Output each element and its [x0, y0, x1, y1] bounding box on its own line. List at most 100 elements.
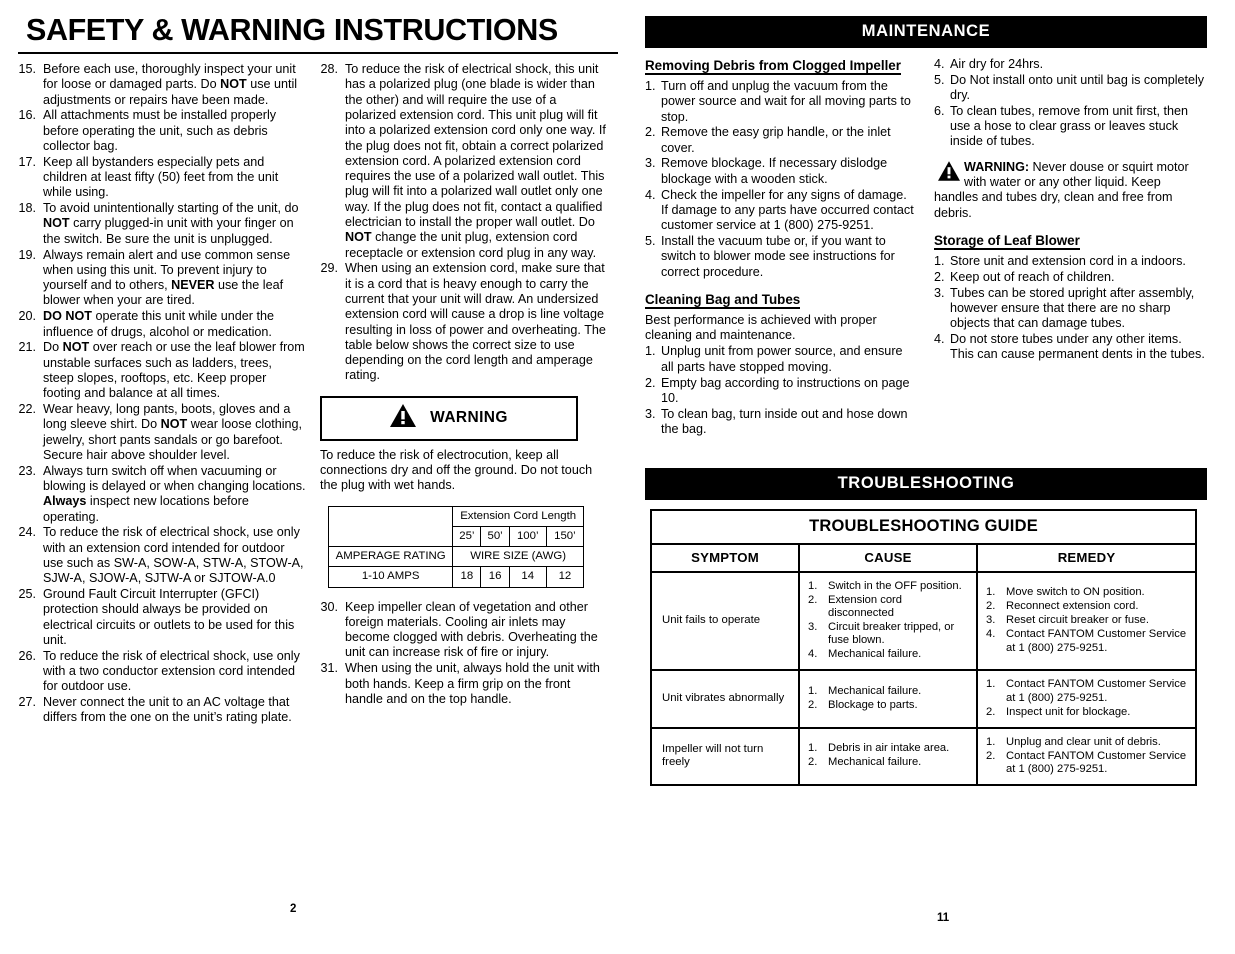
safety-list-column-2-top: 28. To reduce the risk of electrical shoc…: [320, 62, 608, 384]
list-item-number: 3.: [645, 406, 656, 421]
cause-cell-list: 1. Debris in air intake area. 2. Mechanical…: [808, 742, 970, 769]
list-item-text: To reduce the risk of electrical shock, …: [43, 525, 304, 586]
list-item: 1. Debris in air intake area.: [808, 742, 970, 755]
list-item-text: Keep out of reach of children.: [950, 269, 1115, 284]
removing-debris-list: 1. Turn off and unplug the vacuum from th…: [645, 79, 917, 280]
list-item-text: To clean tubes, remove from unit first, …: [950, 103, 1188, 149]
list-item-number: 5.: [934, 72, 945, 87]
list-item-number: 1.: [986, 678, 996, 691]
list-item: 2. Blockage to parts.: [808, 699, 970, 712]
cord-length-100: 100’: [508, 525, 547, 548]
left-page-content: SAFETY & WARNING INSTRUCTIONS 15. Before …: [18, 14, 618, 940]
column-header-symptom: SYMPTOM: [650, 542, 800, 573]
safety-column-1: 15. Before each use, thoroughly inspect y…: [18, 62, 306, 726]
list-item-number: 2.: [808, 756, 818, 769]
list-item: 27. Never connect the unit to an AC volta…: [18, 695, 306, 726]
list-item: 2. Extension cord disconnected: [808, 594, 970, 621]
list-item-text: When using an extension cord, make sure …: [345, 261, 606, 383]
maintenance-column-1: Removing Debris from Clogged Impeller 1.…: [645, 57, 917, 438]
list-item-text: Always turn switch off when vacuuming or…: [43, 463, 306, 524]
cause-cell-list: 1. Mechanical failure. 2. Blockage to parts…: [808, 685, 970, 712]
list-item-number: 2.: [808, 593, 818, 606]
list-item: 5. Do Not install onto unit until bag is …: [934, 73, 1206, 104]
extension-cord-table: Extension Cord Length 25’ 50’ 100’ 150’ …: [327, 505, 585, 588]
list-item: 1. Unplug unit from power source, and ens…: [645, 344, 917, 375]
list-item-number: 4.: [808, 648, 818, 661]
list-item-number: 6.: [934, 103, 945, 118]
list-item-text: Never connect the unit to an AC voltage …: [43, 695, 292, 725]
maintenance-column-2: 4. Air dry for 24hrs. 5. Do Not install ont…: [934, 57, 1206, 438]
list-item-text: To avoid unintentionally starting of the…: [43, 201, 299, 246]
troubleshooting-section-header: TROUBLESHOOTING: [645, 467, 1207, 500]
cord-table-empty-cell: [327, 505, 454, 548]
warning-box: WARNING: [320, 395, 578, 441]
list-item-number: 3.: [808, 621, 818, 634]
safety-list-column-1: 15. Before each use, thoroughly inspect y…: [18, 62, 306, 726]
list-item: 22. Wear heavy, long pants, boots, gloves…: [18, 402, 306, 463]
list-item: 2. Inspect unit for blockage.: [986, 706, 1189, 719]
list-item-number: 15.: [18, 62, 36, 77]
list-item-number: 2.: [986, 705, 996, 718]
list-item-text: Unplug unit from power source, and ensur…: [661, 344, 903, 374]
list-item-text: Debris in air intake area.: [828, 742, 950, 755]
list-item-number: 2.: [808, 699, 818, 712]
maintenance-section-header: MAINTENANCE: [645, 16, 1207, 48]
list-item-number: 16.: [18, 108, 36, 123]
inline-warning-block: WARNING: Never douse or squirt motor wit…: [934, 160, 1206, 221]
emphasis-text: NOT: [160, 417, 188, 432]
emphasis-text: NOT: [345, 230, 372, 245]
list-item: 2. Reconnect extension cord.: [986, 600, 1189, 613]
remedy-cell: 1. Contact FANTOM Customer Service at 1 (…: [975, 669, 1198, 729]
list-item-text: Wear heavy, long pants, boots, gloves an…: [43, 402, 303, 462]
cause-cell: 1. Switch in the OFF position. 2. Extension…: [798, 570, 978, 672]
list-item-number: 1.: [934, 253, 945, 268]
list-item-number: 3.: [645, 156, 656, 171]
list-item: 5. Install the vacuum tube or, if you wan…: [645, 234, 917, 280]
list-item-text: Keep all bystanders especially pets and …: [43, 154, 279, 200]
cleaning-bag-list: 1. Unplug unit from power source, and ens…: [645, 344, 917, 437]
maintenance-columns: Removing Debris from Clogged Impeller 1.…: [645, 57, 1207, 438]
right-page-content: MAINTENANCE Removing Debris from Clogged…: [645, 16, 1207, 942]
list-item: 2. Remove the easy grip handle, or the in…: [645, 125, 917, 156]
list-item: 2. Keep out of reach of children.: [934, 270, 1206, 285]
list-item-number: 1.: [986, 586, 996, 599]
list-item-number: 2.: [645, 125, 656, 140]
list-item-number: 22.: [18, 402, 36, 417]
list-item-text: Inspect unit for blockage.: [1006, 705, 1131, 718]
remedy-cell: 1. Unplug and clear unit of debris. 2. Cont…: [975, 726, 1198, 786]
list-item-number: 1.: [645, 344, 656, 359]
heading-cleaning-bag-wrap: Cleaning Bag and Tubes: [645, 291, 917, 309]
cord-length-150: 150’: [545, 525, 585, 548]
list-item: 4. Contact FANTOM Customer Service at 1 (…: [986, 628, 1189, 655]
list-item-text: Contact FANTOM Customer Service at 1 (80…: [1006, 749, 1187, 776]
list-item: 3. Circuit breaker tripped, or fuse blown…: [808, 621, 970, 648]
inline-warning-label: WARNING:: [964, 159, 1030, 174]
list-item: 6. To clean tubes, remove from unit first…: [934, 104, 1206, 150]
heading-removing-debris: Removing Debris from Clogged Impeller: [645, 58, 901, 75]
list-item-number: 23.: [18, 463, 36, 478]
table-row: 1-10 AMPS 18 16 14 12: [327, 566, 585, 588]
list-item: 3. Remove blockage. If necessary dislodge…: [645, 156, 917, 187]
list-item-number: 30.: [320, 599, 338, 614]
column-header-cause: CAUSE: [798, 542, 978, 573]
list-item-number: 4.: [645, 187, 656, 202]
remedy-cell: 1. Move switch to ON position. 2. Reconnect…: [975, 570, 1198, 672]
list-item-text: Ground Fault Circuit Interrupter (GFCI) …: [43, 587, 295, 647]
list-item-text: Move switch to ON position.: [1006, 586, 1145, 599]
heading-storage-of-leaf-blower: Storage of Leaf Blower: [934, 232, 1080, 250]
wire-size-label: WIRE SIZE (AWG): [452, 546, 584, 568]
list-item: 15. Before each use, thoroughly inspect y…: [18, 62, 306, 108]
list-item-text: Contact FANTOM Customer Service at 1 (80…: [1006, 678, 1187, 704]
list-item-text: Store unit and extension cord in a indoo…: [950, 253, 1186, 268]
table-row: Extension Cord Length: [327, 505, 584, 548]
list-item-number: 1.: [808, 685, 818, 698]
list-item-text: Remove the easy grip handle, or the inle…: [661, 125, 891, 155]
list-item: 25. Ground Fault Circuit Interrupter (GFC…: [18, 587, 306, 648]
list-item: 24. To reduce the risk of electrical shoc…: [18, 525, 306, 586]
list-item: 20. DO NOT operate this unit while under …: [18, 309, 306, 340]
list-item-number: 21.: [18, 340, 36, 355]
list-item: 4. Mechanical failure.: [808, 648, 970, 661]
page-number-right: 11: [937, 912, 950, 924]
cause-cell: 1. Mechanical failure. 2. Blockage to parts…: [798, 669, 978, 729]
